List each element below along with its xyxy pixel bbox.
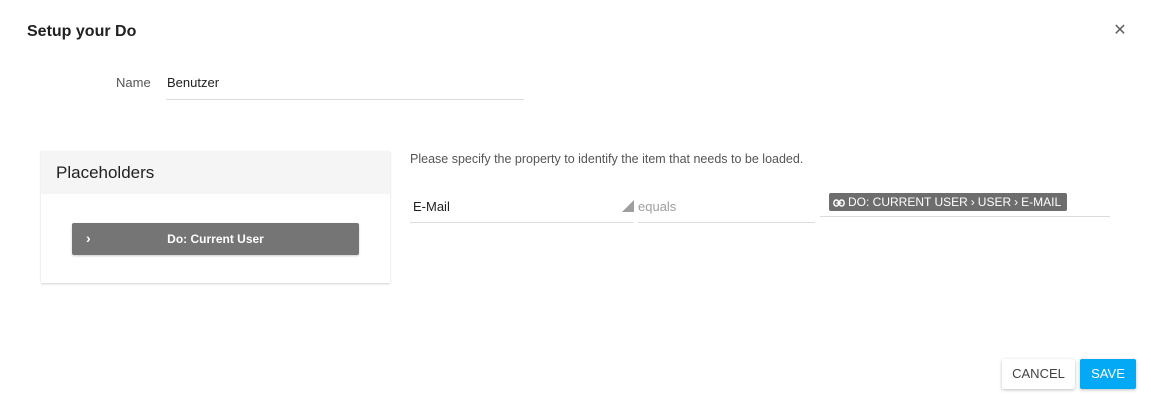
placeholders-panel: Placeholders › Do: Current User bbox=[41, 151, 390, 283]
value-chip[interactable]: DO: CURRENT USER › USER › E-MAIL bbox=[829, 193, 1068, 212]
name-label: Name bbox=[116, 75, 151, 90]
name-input[interactable]: Benutzer bbox=[166, 70, 524, 100]
operator-value: equals bbox=[638, 199, 677, 214]
link-icon bbox=[833, 194, 845, 212]
filter-instruction: Please specify the property to identify … bbox=[410, 152, 804, 166]
close-icon[interactable]: ✕ bbox=[1112, 22, 1128, 40]
placeholder-label: Do: Current User bbox=[167, 232, 264, 246]
chip-part-entity: USER bbox=[977, 195, 1012, 209]
name-value: Benutzer bbox=[167, 75, 220, 90]
operator-select[interactable]: equals bbox=[638, 193, 815, 223]
placeholders-header: Placeholders bbox=[41, 151, 390, 194]
dropdown-arrow-icon bbox=[622, 200, 634, 212]
value-input[interactable]: DO: CURRENT USER › USER › E-MAIL bbox=[820, 188, 1110, 217]
chip-part-field: E-MAIL bbox=[1021, 195, 1062, 209]
chip-separator: › bbox=[970, 195, 975, 209]
setup-dialog: Setup your Do ✕ Name Benutzer Placeholde… bbox=[0, 0, 1151, 405]
property-select[interactable]: E-Mail bbox=[410, 193, 634, 223]
property-value: E-Mail bbox=[413, 199, 450, 214]
placeholder-current-user-button[interactable]: › Do: Current User bbox=[72, 223, 359, 255]
placeholders-title: Placeholders bbox=[56, 163, 155, 182]
chip-part-placeholder: DO: CURRENT USER bbox=[848, 195, 968, 209]
chip-separator: › bbox=[1014, 195, 1019, 209]
cancel-button[interactable]: CANCEL bbox=[1002, 359, 1075, 389]
dialog-title: Setup your Do bbox=[27, 23, 137, 40]
save-button[interactable]: SAVE bbox=[1080, 359, 1136, 389]
